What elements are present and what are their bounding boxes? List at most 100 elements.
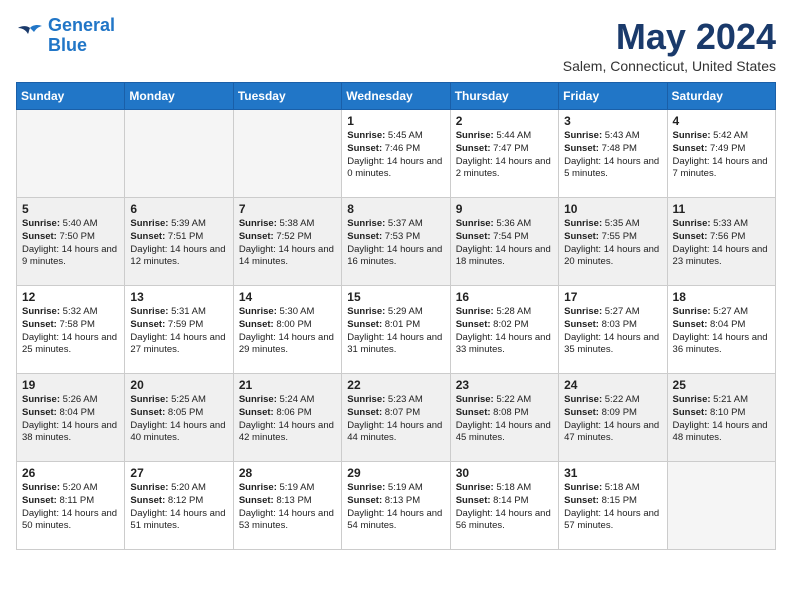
day-number: 18: [673, 290, 770, 304]
cell-info: Sunrise: 5:44 AMSunset: 7:47 PMDaylight:…: [456, 130, 553, 181]
day-number: 11: [673, 202, 770, 216]
calendar-cell: 17 Sunrise: 5:27 AMSunset: 8:03 PMDayligh…: [559, 286, 667, 374]
day-header-thursday: Thursday: [450, 83, 558, 110]
cell-info: Sunrise: 5:40 AMSunset: 7:50 PMDaylight:…: [22, 218, 119, 269]
calendar-cell: 22Sunrise: 5:23 AMSunset: 8:07 PMDayligh…: [342, 374, 450, 462]
calendar-cell: 1 Sunrise: 5:45 AMSunset: 7:46 PMDaylight…: [342, 110, 450, 198]
cell-info: Sunrise: 5:39 AMSunset: 7:51 PMDaylight:…: [130, 218, 227, 269]
day-number: 20: [130, 378, 227, 392]
day-number: 4: [673, 114, 770, 128]
calendar-cell: 4Sunrise: 5:42 AMSunset: 7:49 PMDaylight…: [667, 110, 775, 198]
cell-info: Sunrise: 5:21 AMSunset: 8:10 PMDaylight:…: [673, 394, 770, 445]
cell-info: Sunrise: 5:18 AMSunset: 8:14 PMDaylight:…: [456, 482, 553, 533]
day-number: 23: [456, 378, 553, 392]
day-number: 9: [456, 202, 553, 216]
day-number: 13: [130, 290, 227, 304]
calendar-table: SundayMondayTuesdayWednesdayThursdayFrid…: [16, 82, 776, 550]
day-header-sunday: Sunday: [17, 83, 125, 110]
day-number: 17: [564, 290, 661, 304]
calendar-cell: [17, 110, 125, 198]
cell-info: Sunrise: 5:38 AMSunset: 7:52 PMDaylight:…: [239, 218, 336, 269]
cell-info: Sunrise: 5:30 AMSunset: 8:00 PMDaylight:…: [239, 306, 336, 357]
logo-line2: Blue: [48, 35, 87, 55]
calendar-cell: 30 Sunrise: 5:18 AMSunset: 8:14 PMDayligh…: [450, 462, 558, 550]
calendar-cell: 15 Sunrise: 5:29 AMSunset: 8:01 PMDayligh…: [342, 286, 450, 374]
calendar-week-5: 26 Sunrise: 5:20 AMSunset: 8:11 PMDayligh…: [17, 462, 776, 550]
day-number: 14: [239, 290, 336, 304]
day-number: 29: [347, 466, 444, 480]
calendar-cell: 25 Sunrise: 5:21 AMSunset: 8:10 PMDayligh…: [667, 374, 775, 462]
calendar-cell: 24 Sunrise: 5:22 AMSunset: 8:09 PMDayligh…: [559, 374, 667, 462]
calendar-cell: 6Sunrise: 5:39 AMSunset: 7:51 PMDaylight…: [125, 198, 233, 286]
cell-info: Sunrise: 5:19 AMSunset: 8:13 PMDaylight:…: [239, 482, 336, 533]
day-header-monday: Monday: [125, 83, 233, 110]
day-number: 1: [347, 114, 444, 128]
cell-info: Sunrise: 5:37 AMSunset: 7:53 PMDaylight:…: [347, 218, 444, 269]
calendar-cell: 31Sunrise: 5:18 AMSunset: 8:15 PMDayligh…: [559, 462, 667, 550]
cell-info: Sunrise: 5:29 AMSunset: 8:01 PMDaylight:…: [347, 306, 444, 357]
day-number: 5: [22, 202, 119, 216]
calendar-cell: 27 Sunrise: 5:20 AMSunset: 8:12 PMDayligh…: [125, 462, 233, 550]
calendar-cell: 29 Sunrise: 5:19 AMSunset: 8:13 PMDayligh…: [342, 462, 450, 550]
cell-info: Sunrise: 5:36 AMSunset: 7:54 PMDaylight:…: [456, 218, 553, 269]
calendar-cell: 19Sunrise: 5:26 AMSunset: 8:04 PMDayligh…: [17, 374, 125, 462]
day-number: 10: [564, 202, 661, 216]
day-number: 8: [347, 202, 444, 216]
day-header-friday: Friday: [559, 83, 667, 110]
calendar-week-4: 19Sunrise: 5:26 AMSunset: 8:04 PMDayligh…: [17, 374, 776, 462]
day-number: 28: [239, 466, 336, 480]
cell-info: Sunrise: 5:33 AMSunset: 7:56 PMDaylight:…: [673, 218, 770, 269]
day-number: 3: [564, 114, 661, 128]
calendar-cell: 8 Sunrise: 5:37 AMSunset: 7:53 PMDaylight…: [342, 198, 450, 286]
calendar-week-2: 5 Sunrise: 5:40 AMSunset: 7:50 PMDaylight…: [17, 198, 776, 286]
calendar-cell: 23 Sunrise: 5:22 AMSunset: 8:08 PMDayligh…: [450, 374, 558, 462]
day-number: 27: [130, 466, 227, 480]
day-number: 24: [564, 378, 661, 392]
cell-info: Sunrise: 5:28 AMSunset: 8:02 PMDaylight:…: [456, 306, 553, 357]
calendar-cell: 7Sunrise: 5:38 AMSunset: 7:52 PMDaylight…: [233, 198, 341, 286]
calendar-cell: 13 Sunrise: 5:31 AMSunset: 7:59 PMDayligh…: [125, 286, 233, 374]
cell-info: Sunrise: 5:22 AMSunset: 8:09 PMDaylight:…: [564, 394, 661, 445]
calendar-cell: 20Sunrise: 5:25 AMSunset: 8:05 PMDayligh…: [125, 374, 233, 462]
calendar-week-3: 12 Sunrise: 5:32 AMSunset: 7:58 PMDayligh…: [17, 286, 776, 374]
day-header-tuesday: Tuesday: [233, 83, 341, 110]
cell-info: Sunrise: 5:43 AMSunset: 7:48 PMDaylight:…: [564, 130, 661, 181]
cell-info: Sunrise: 5:18 AMSunset: 8:15 PMDaylight:…: [564, 482, 661, 533]
cell-info: Sunrise: 5:23 AMSunset: 8:07 PMDaylight:…: [347, 394, 444, 445]
cell-info: Sunrise: 5:22 AMSunset: 8:08 PMDaylight:…: [456, 394, 553, 445]
calendar-cell: 9 Sunrise: 5:36 AMSunset: 7:54 PMDaylight…: [450, 198, 558, 286]
day-number: 12: [22, 290, 119, 304]
day-number: 16: [456, 290, 553, 304]
calendar-cell: 10 Sunrise: 5:35 AMSunset: 7:55 PMDayligh…: [559, 198, 667, 286]
page-header: General Blue May 2024 Salem, Connecticut…: [16, 16, 776, 74]
cell-info: Sunrise: 5:20 AMSunset: 8:11 PMDaylight:…: [22, 482, 119, 533]
cell-info: Sunrise: 5:27 AMSunset: 8:03 PMDaylight:…: [564, 306, 661, 357]
location: Salem, Connecticut, United States: [563, 58, 776, 74]
cell-info: Sunrise: 5:19 AMSunset: 8:13 PMDaylight:…: [347, 482, 444, 533]
day-header-saturday: Saturday: [667, 83, 775, 110]
day-number: 2: [456, 114, 553, 128]
calendar-cell: 16 Sunrise: 5:28 AMSunset: 8:02 PMDayligh…: [450, 286, 558, 374]
calendar-cell: 12 Sunrise: 5:32 AMSunset: 7:58 PMDayligh…: [17, 286, 125, 374]
cell-info: Sunrise: 5:35 AMSunset: 7:55 PMDaylight:…: [564, 218, 661, 269]
day-number: 15: [347, 290, 444, 304]
day-number: 30: [456, 466, 553, 480]
cell-info: Sunrise: 5:32 AMSunset: 7:58 PMDaylight:…: [22, 306, 119, 357]
day-number: 25: [673, 378, 770, 392]
day-number: 26: [22, 466, 119, 480]
cell-info: Sunrise: 5:20 AMSunset: 8:12 PMDaylight:…: [130, 482, 227, 533]
title-block: May 2024 Salem, Connecticut, United Stat…: [563, 16, 776, 74]
day-header-wednesday: Wednesday: [342, 83, 450, 110]
cell-info: Sunrise: 5:26 AMSunset: 8:04 PMDaylight:…: [22, 394, 119, 445]
calendar-cell: 5 Sunrise: 5:40 AMSunset: 7:50 PMDaylight…: [17, 198, 125, 286]
logo-bird-icon: [16, 24, 44, 48]
calendar-cell: [667, 462, 775, 550]
month-title: May 2024: [563, 16, 776, 58]
calendar-cell: [125, 110, 233, 198]
cell-info: Sunrise: 5:31 AMSunset: 7:59 PMDaylight:…: [130, 306, 227, 357]
cell-info: Sunrise: 5:24 AMSunset: 8:06 PMDaylight:…: [239, 394, 336, 445]
calendar-cell: 14 Sunrise: 5:30 AMSunset: 8:00 PMDayligh…: [233, 286, 341, 374]
calendar-week-1: 1 Sunrise: 5:45 AMSunset: 7:46 PMDaylight…: [17, 110, 776, 198]
cell-info: Sunrise: 5:45 AMSunset: 7:46 PMDaylight:…: [347, 130, 444, 181]
calendar-cell: 18Sunrise: 5:27 AMSunset: 8:04 PMDayligh…: [667, 286, 775, 374]
